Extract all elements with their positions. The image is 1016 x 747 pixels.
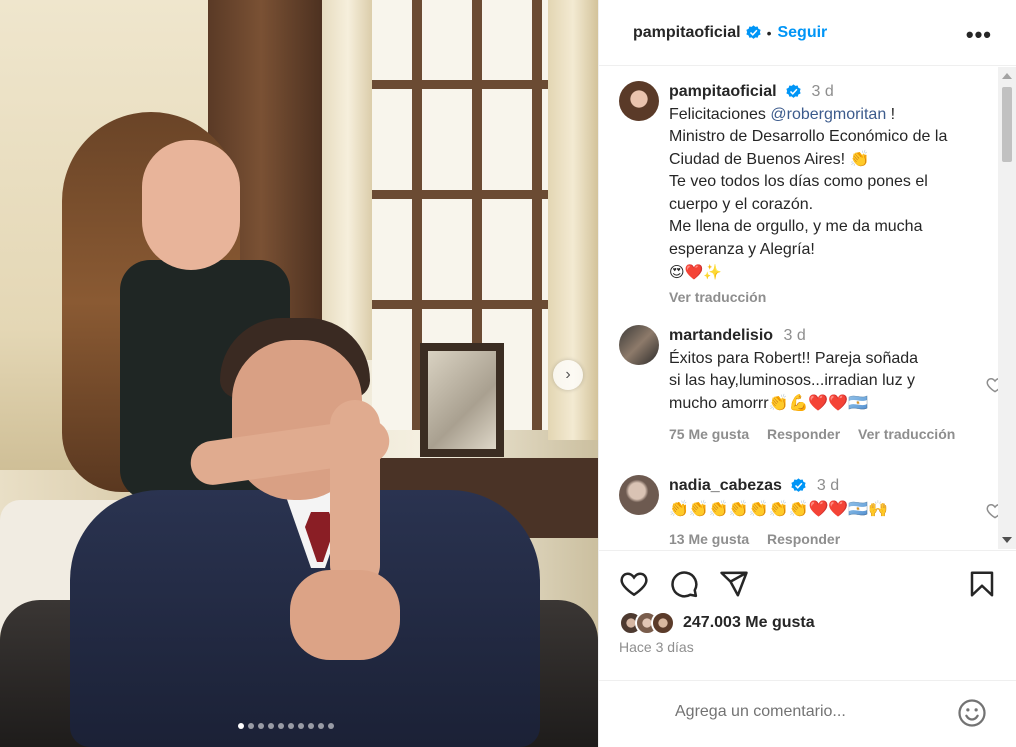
scrollbar-thumb[interactable]: [1002, 87, 1012, 162]
caption-text: Ciudad de Buenos Aires! 👏: [669, 150, 870, 168]
carousel-dot: [248, 723, 254, 729]
reply-button[interactable]: Responder: [767, 426, 840, 442]
caption-text: esperanza y Alegría!: [669, 240, 815, 258]
photo-hands: [290, 570, 400, 660]
scroll-up-arrow-icon[interactable]: [1002, 73, 1012, 79]
share-icon[interactable]: [719, 569, 749, 599]
scroll-down-arrow-icon[interactable]: [1002, 537, 1012, 543]
comment-text: 👏👏👏👏👏👏👏❤️❤️🇦🇷🙌: [669, 498, 889, 518]
comment-author[interactable]: nadia_cabezas: [669, 477, 782, 494]
photo-woman-face: [142, 140, 240, 270]
more-options-icon[interactable]: •••: [966, 22, 992, 48]
photo-picture-frame: [420, 343, 504, 457]
see-translation-button[interactable]: Ver traducción: [669, 286, 989, 309]
photo-woman-arm-right: [330, 400, 380, 590]
avatar: [651, 611, 675, 635]
bookmark-icon[interactable]: [967, 569, 997, 599]
avatar[interactable]: [619, 81, 659, 121]
comment-time[interactable]: 3 d: [817, 477, 839, 494]
carousel-dot: [328, 723, 334, 729]
comment-input[interactable]: Agrega un comentario...: [675, 703, 846, 721]
avatar[interactable]: [619, 475, 659, 515]
author-username[interactable]: pampitaoficial: [633, 24, 741, 42]
verified-badge-icon: [786, 84, 801, 99]
mention-link[interactable]: @robergmoritan: [770, 106, 886, 123]
post-side-panel: pampitaoficial • Seguir ••• pampitaofici…: [598, 0, 1016, 747]
carousel-dot: [288, 723, 294, 729]
separator-dot: •: [766, 24, 772, 41]
comment-text: si las hay,luminosos...irradian luz y: [669, 372, 916, 389]
comment-meta: 75 Me gusta Responder Ver traducción: [669, 423, 989, 446]
caption: pampitaoficial 3 d Felicitaciones @rober…: [619, 81, 989, 308]
carousel-dot: [278, 723, 284, 729]
comments-list[interactable]: pampitaoficial 3 d Felicitaciones @rober…: [599, 67, 1016, 549]
heart-icon[interactable]: [619, 569, 649, 599]
caption-time[interactable]: 3 d: [811, 83, 833, 100]
chevron-right-icon: ›: [565, 366, 571, 383]
carousel-indicator: [238, 723, 334, 729]
carousel-dot: [318, 723, 324, 729]
likes-row: 247.003 Me gusta: [619, 611, 815, 635]
caption-author[interactable]: pampitaoficial: [669, 83, 777, 100]
add-comment-bar: Agrega un comentario...: [599, 680, 1016, 747]
carousel-dot: [298, 723, 304, 729]
comment-author[interactable]: martandelisio: [669, 327, 773, 344]
comment-likes[interactable]: 13 Me gusta: [669, 531, 749, 547]
post-time[interactable]: Hace 3 días: [619, 639, 694, 655]
carousel-next-button[interactable]: ›: [553, 360, 583, 390]
carousel-dot: [268, 723, 274, 729]
carousel-dot: [308, 723, 314, 729]
caption-text: Me llena de orgullo, y me da mucha: [669, 218, 923, 235]
post-actions: 247.003 Me gusta Hace 3 días: [599, 550, 1016, 670]
verified-badge-icon: [745, 25, 761, 39]
follow-button[interactable]: Seguir: [777, 24, 827, 42]
caption-text: Ministro de Desarrollo Económico de la: [669, 128, 948, 145]
caption-text: Felicitaciones: [669, 105, 771, 123]
comment-likes[interactable]: 75 Me gusta: [669, 426, 749, 442]
caption-text: Te veo todos los días como pones el: [669, 173, 928, 190]
post-photo[interactable]: ›: [0, 0, 598, 747]
caption-emoji: 😍❤️✨: [669, 263, 722, 281]
smiley-icon[interactable]: [957, 698, 987, 728]
avatar[interactable]: [619, 325, 659, 365]
comment-time[interactable]: 3 d: [783, 327, 805, 344]
comment-meta: 13 Me gusta Responder: [669, 528, 989, 549]
liked-by-avatars[interactable]: [619, 611, 675, 635]
comment-text: mucho amorrr👏💪❤️❤️🇦🇷: [669, 394, 869, 412]
reply-button[interactable]: Responder: [767, 531, 840, 547]
photo-curtain: [322, 0, 374, 360]
comment-item: martandelisio 3 d Éxitos para Robert!! P…: [619, 325, 1004, 446]
carousel-dot: [258, 723, 264, 729]
comment-text: Éxitos para Robert!! Pareja soñada: [669, 349, 919, 367]
comment-icon[interactable]: [669, 569, 699, 599]
comments-scrollbar[interactable]: [998, 67, 1016, 549]
caption-text: cuerpo y el corazón.: [669, 195, 814, 213]
carousel-dot: [238, 723, 244, 729]
caption-text: !: [886, 105, 896, 123]
see-translation-button[interactable]: Ver traducción: [858, 426, 955, 442]
likes-count[interactable]: 247.003 Me gusta: [683, 614, 815, 632]
comment-item: nadia_cabezas 3 d 👏👏👏👏👏👏👏❤️❤️🇦🇷🙌 13 Me g…: [619, 475, 1004, 549]
verified-badge-icon: [791, 478, 807, 493]
post-header: pampitaoficial • Seguir •••: [599, 0, 1016, 66]
